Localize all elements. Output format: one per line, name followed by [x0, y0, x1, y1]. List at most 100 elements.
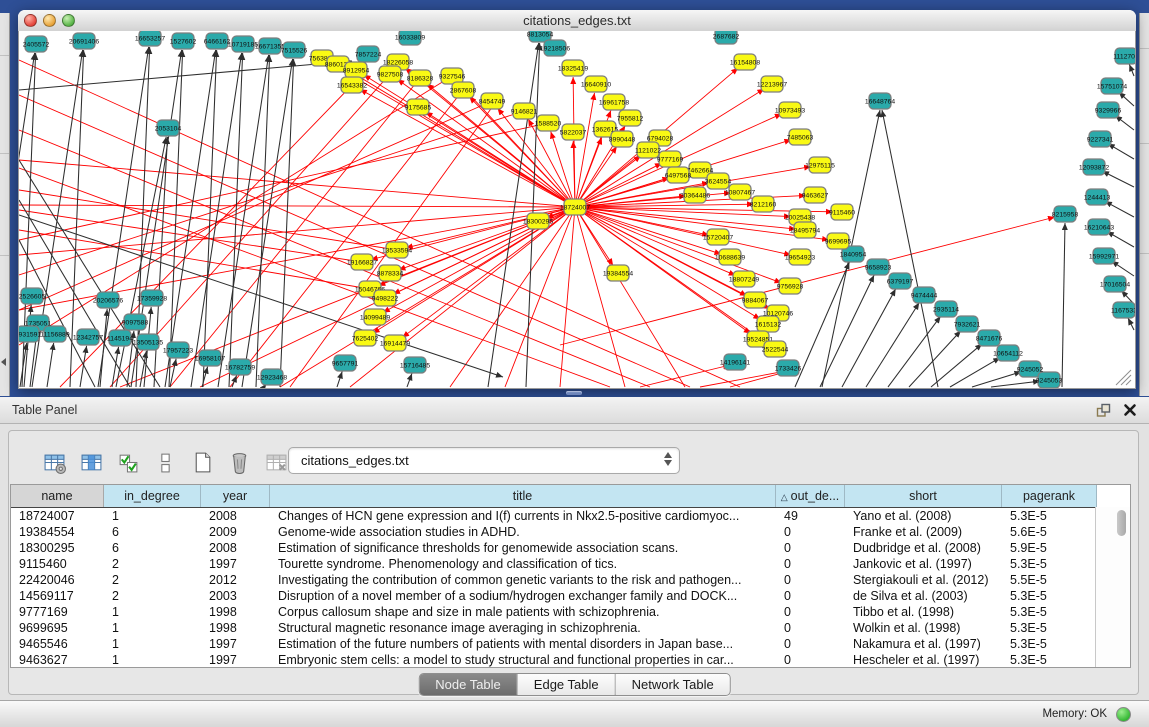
graph-node[interactable]: 11156889: [40, 326, 69, 342]
graph-node[interactable]: 1112706: [1113, 48, 1135, 64]
float-window-icon[interactable]: [1096, 403, 1111, 418]
graph-node[interactable]: 9146821: [511, 103, 538, 119]
graph-node[interactable]: 15720407: [703, 229, 733, 245]
graph-node[interactable]: 16210643: [1084, 219, 1114, 235]
graph-node[interactable]: 15716485: [400, 357, 430, 373]
graph-node[interactable]: 3931591: [19, 326, 41, 342]
graph-node[interactable]: 9699695: [825, 233, 852, 249]
graph-node[interactable]: 19384554: [603, 265, 633, 281]
column-header-out_de[interactable]: △out_de...: [776, 485, 845, 507]
memory-status-icon[interactable]: [1116, 707, 1131, 722]
show-columns-icon[interactable]: [77, 448, 105, 476]
network-graph[interactable]: 2405572206914061665325715276026466162107…: [19, 31, 1135, 388]
graph-node[interactable]: 16914479: [380, 335, 410, 351]
graph-node[interactable]: 8215958: [1052, 206, 1079, 222]
table-row[interactable]: 911546021997Tourette syndrome. Phenomeno…: [11, 556, 1130, 572]
clear-selection-icon[interactable]: [151, 448, 179, 476]
graph-node[interactable]: 19166827: [347, 254, 377, 270]
graph-node[interactable]: 15992971: [1089, 248, 1119, 264]
table-row[interactable]: 969969511998Structural magnetic resonanc…: [11, 620, 1130, 636]
graph-node[interactable]: 2867608: [450, 82, 477, 98]
graph-node[interactable]: 16958107: [195, 350, 225, 366]
graph-node[interactable]: 9756928: [777, 278, 804, 294]
graph-node[interactable]: 10807467: [725, 184, 755, 200]
graph-node[interactable]: 2526605: [19, 288, 45, 304]
table-scrollbar[interactable]: [1095, 507, 1130, 667]
table-row[interactable]: 946554611997Estimation of the future num…: [11, 636, 1130, 652]
graph-node[interactable]: 20691406: [69, 33, 99, 49]
graph-node[interactable]: 6497568: [665, 167, 692, 183]
graph-node[interactable]: 6379197: [887, 273, 914, 289]
graph-node[interactable]: 18325419: [558, 60, 588, 76]
graph-node[interactable]: 13533594: [382, 242, 412, 258]
graph-node[interactable]: 9498222: [372, 290, 399, 306]
graph-node[interactable]: 2935114: [933, 301, 959, 317]
graph-node[interactable]: 19654923: [785, 249, 815, 265]
graph-node[interactable]: 8212160: [750, 196, 777, 212]
graph-node[interactable]: 8245053: [1036, 372, 1063, 388]
graph-node[interactable]: 8186328: [407, 70, 434, 86]
graph-node[interactable]: 7625402: [352, 330, 379, 346]
graph-node[interactable]: 13505135: [133, 334, 163, 350]
graph-node[interactable]: 12093872: [1079, 159, 1109, 175]
table-row[interactable]: 1872400712008Changes of HCN gene express…: [11, 508, 1130, 524]
graph-node[interactable]: 18724007: [560, 199, 590, 215]
graph-node[interactable]: 18300295: [523, 213, 553, 229]
network-canvas[interactable]: 2405572206914061665325715276026466162107…: [18, 31, 1136, 389]
tab-node-table[interactable]: Node Table: [419, 674, 518, 695]
graph-node[interactable]: 7857224: [355, 46, 382, 62]
graph-node[interactable]: 16782759: [225, 359, 255, 375]
scrollbar-thumb[interactable]: [1117, 510, 1126, 536]
table-row[interactable]: 1938455462009Genome-wide association stu…: [11, 524, 1130, 540]
graph-node[interactable]: 9115460: [829, 204, 855, 220]
delete-column-icon[interactable]: [225, 448, 253, 476]
graph-node[interactable]: 6466162: [204, 33, 231, 49]
graph-node[interactable]: 9658923: [865, 259, 892, 275]
graph-node[interactable]: 5822037: [560, 124, 587, 140]
close-panel-icon[interactable]: [1123, 403, 1137, 417]
graph-node[interactable]: 20206576: [93, 292, 123, 308]
graph-node[interactable]: 18807249: [729, 271, 759, 287]
graph-node[interactable]: 14099489: [360, 309, 390, 325]
graph-node[interactable]: 9884067: [742, 292, 769, 308]
graph-node[interactable]: 17359928: [137, 290, 167, 306]
graph-node[interactable]: 19218506: [540, 40, 570, 56]
graph-node[interactable]: 8471676: [976, 330, 1003, 346]
graph-node[interactable]: 9097588: [122, 314, 149, 330]
table-row[interactable]: 1830029562008Estimation of significance …: [11, 540, 1130, 556]
graph-node[interactable]: 16543382: [337, 77, 367, 93]
right-panel-edge[interactable]: [1139, 13, 1149, 396]
graph-node[interactable]: 15751074: [1097, 78, 1127, 94]
column-header-in_degree[interactable]: in_degree: [104, 485, 201, 507]
graph-node[interactable]: 1733426: [775, 360, 802, 376]
graph-node[interactable]: 9463627: [802, 187, 829, 203]
graph-node[interactable]: 10688639: [715, 249, 745, 265]
graph-node[interactable]: 9474444: [911, 287, 938, 303]
graph-node[interactable]: 16154808: [730, 54, 760, 70]
column-header-title[interactable]: title: [270, 485, 776, 507]
select-all-icon[interactable]: [114, 448, 142, 476]
graph-node[interactable]: 2522544: [762, 341, 789, 357]
graph-node[interactable]: 12975115: [805, 157, 835, 173]
column-header-short[interactable]: short: [845, 485, 1002, 507]
graph-node[interactable]: 2405572: [23, 36, 50, 52]
split-pane-handle[interactable]: [566, 391, 582, 395]
graph-node[interactable]: 8454749: [479, 93, 506, 109]
table-row[interactable]: 946362711997Embryonic stem cells: a mode…: [11, 652, 1130, 668]
graph-node[interactable]: 18495794: [790, 222, 820, 238]
graph-node[interactable]: 1588520: [535, 115, 562, 131]
collapse-arrow-icon[interactable]: [1, 358, 6, 366]
graph-node[interactable]: 17957223: [163, 342, 193, 358]
graph-node[interactable]: 17016504: [1100, 276, 1130, 292]
graph-node[interactable]: 12923468: [257, 369, 287, 385]
graph-node[interactable]: 2687682: [713, 31, 740, 44]
resize-grip-icon[interactable]: [1116, 370, 1131, 385]
column-header-pagerank[interactable]: pagerank: [1002, 485, 1097, 507]
graph-node[interactable]: 14196141: [720, 354, 750, 370]
graph-node[interactable]: 16033809: [395, 31, 425, 45]
table-mode-icon[interactable]: [40, 448, 68, 476]
graph-node[interactable]: 9227341: [1087, 131, 1114, 147]
graph-node[interactable]: 12342757: [73, 329, 103, 345]
graph-node[interactable]: 1145194: [107, 330, 133, 346]
window-titlebar[interactable]: citations_edges.txt: [18, 10, 1136, 32]
